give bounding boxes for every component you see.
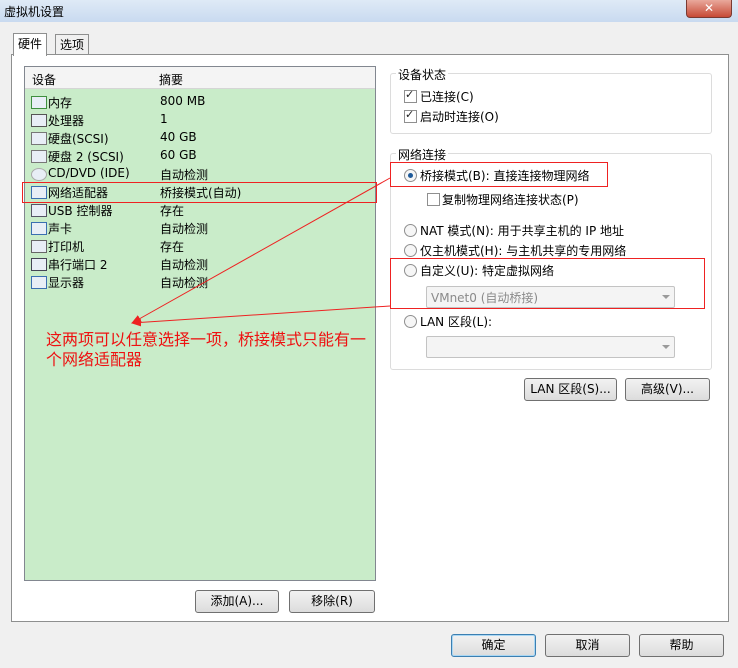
arrow-from-bridged [131,177,391,324]
tab-hardware-label: 硬件 [18,37,43,51]
arrow-from-custom [131,305,391,327]
annotation-note: 这两项可以任意选择一项，桥接模式只能有一个网络适配器 [46,330,367,369]
tab-hardware[interactable]: 硬件 [13,33,48,56]
vm-settings-window: 虚拟机设置 ✕ 硬件 选项 设备 摘要 内存 800 MB 处理器 1 硬盘(SCSI)… [0,0,738,668]
